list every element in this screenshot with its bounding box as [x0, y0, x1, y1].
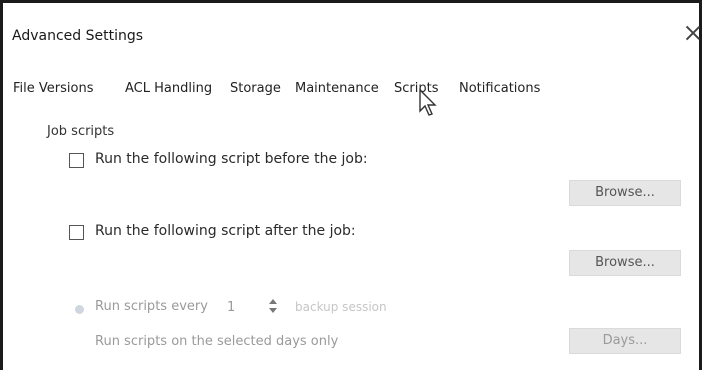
close-icon[interactable]	[683, 23, 703, 43]
days-button[interactable]: Days...	[569, 328, 681, 354]
after-job-browse-button[interactable]: Browse...	[569, 250, 681, 276]
before-job-label: Run the following script before the job:	[95, 151, 368, 167]
mouse-cursor-icon	[419, 88, 437, 116]
advanced-settings-dialog: Advanced Settings File Versions ACL Hand…	[0, 0, 702, 370]
run-every-label: Run scripts every	[95, 299, 208, 314]
days-only-label: Run scripts on the selected days only	[95, 334, 339, 349]
run-every-radio[interactable]	[75, 305, 84, 314]
after-job-checkbox[interactable]	[69, 225, 84, 240]
run-every-suffix: backup session	[295, 300, 387, 314]
before-job-checkbox[interactable]	[69, 153, 84, 168]
spinner-down-icon[interactable]	[269, 308, 277, 313]
run-every-spinner[interactable]	[268, 298, 278, 314]
run-every-value[interactable]: 1	[227, 300, 235, 315]
tab-notifications[interactable]: Notifications	[459, 81, 540, 96]
job-scripts-heading: Job scripts	[47, 124, 115, 139]
tab-file-versions[interactable]: File Versions	[13, 81, 93, 96]
spinner-up-icon[interactable]	[269, 299, 277, 304]
dialog-title: Advanced Settings	[12, 28, 144, 44]
tab-storage[interactable]: Storage	[230, 81, 281, 96]
tab-acl-handling[interactable]: ACL Handling	[125, 81, 212, 96]
after-job-label: Run the following script after the job:	[95, 223, 356, 239]
before-job-browse-button[interactable]: Browse...	[569, 180, 681, 206]
tab-maintenance[interactable]: Maintenance	[295, 81, 379, 96]
